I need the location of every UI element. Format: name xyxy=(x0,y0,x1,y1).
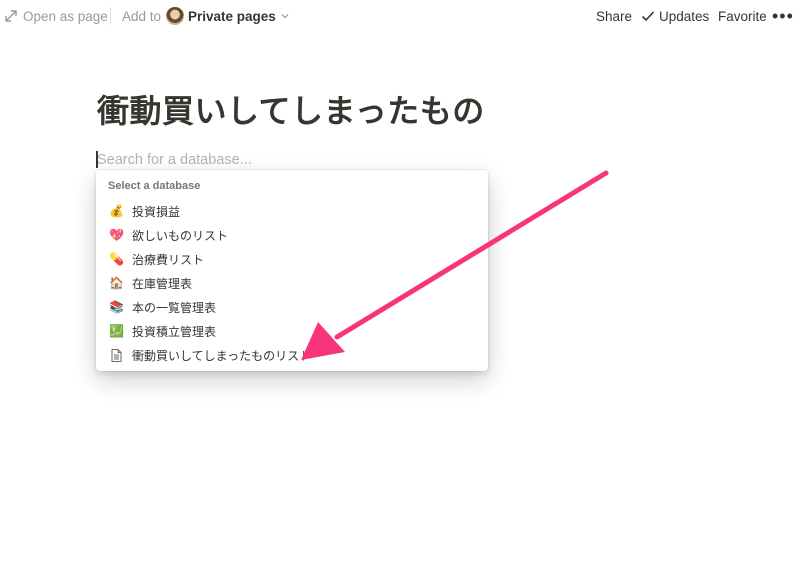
page-title[interactable]: 衝動買いしてしまったもの xyxy=(97,86,485,132)
top-bar: Open as page Add to Private pages Share … xyxy=(0,0,800,32)
chart-icon: 💹 xyxy=(109,323,124,338)
database-list: 💰 投資損益 💖 欲しいものリスト 💊 治療費リスト 🏠 在庫管理表 📚 本の一… xyxy=(96,199,488,367)
divider xyxy=(110,7,111,25)
share-button[interactable]: Share xyxy=(596,0,632,32)
open-as-page-label: Open as page xyxy=(23,8,108,24)
more-options-icon[interactable]: ••• xyxy=(772,0,794,32)
sparkling-heart-icon: 💖 xyxy=(109,227,124,242)
list-item[interactable]: 📚 本の一覧管理表 xyxy=(96,295,488,319)
avatar xyxy=(166,7,184,25)
updates-label: Updates xyxy=(659,8,710,24)
text-caret xyxy=(96,151,98,168)
list-item-label: 投資積立管理表 xyxy=(132,324,217,339)
list-item[interactable]: 💖 欲しいものリスト xyxy=(96,223,488,247)
dropdown-header: Select a database xyxy=(108,180,201,192)
pill-icon: 💊 xyxy=(109,251,124,266)
chevron-down-icon xyxy=(281,14,289,19)
database-search-input[interactable] xyxy=(96,149,377,171)
list-item[interactable]: 💰 投資損益 xyxy=(96,199,488,223)
house-icon: 🏠 xyxy=(109,275,124,290)
list-item[interactable]: 衝動買いしてしまったものリスト xyxy=(96,343,488,367)
list-item[interactable]: 💊 治療費リスト xyxy=(96,247,488,271)
open-as-page-button[interactable]: Open as page xyxy=(4,0,108,32)
expand-icon xyxy=(5,10,17,22)
money-bag-icon: 💰 xyxy=(109,203,124,218)
add-to-label: Add to xyxy=(122,8,162,24)
favorite-button[interactable]: Favorite xyxy=(718,0,767,32)
list-item[interactable]: 🏠 在庫管理表 xyxy=(96,271,488,295)
list-item-label: 本の一覧管理表 xyxy=(132,300,217,315)
database-search[interactable] xyxy=(96,149,396,171)
list-item-label: 衝動買いしてしまったものリスト xyxy=(132,348,312,363)
updates-button[interactable]: Updates xyxy=(641,0,709,32)
list-item-label: 在庫管理表 xyxy=(132,276,193,291)
database-dropdown: Select a database 💰 投資損益 💖 欲しいものリスト 💊 治療… xyxy=(96,170,488,371)
check-icon xyxy=(641,11,655,22)
list-item-label: 欲しいものリスト xyxy=(132,228,229,243)
private-pages-label: Private pages xyxy=(188,8,276,24)
document-icon xyxy=(111,348,122,362)
books-icon: 📚 xyxy=(109,299,124,314)
list-item-label: 投資損益 xyxy=(132,204,181,219)
private-pages-selector[interactable]: Private pages xyxy=(166,0,290,32)
list-item-label: 治療費リスト xyxy=(132,252,205,267)
list-item[interactable]: 💹 投資積立管理表 xyxy=(96,319,488,343)
